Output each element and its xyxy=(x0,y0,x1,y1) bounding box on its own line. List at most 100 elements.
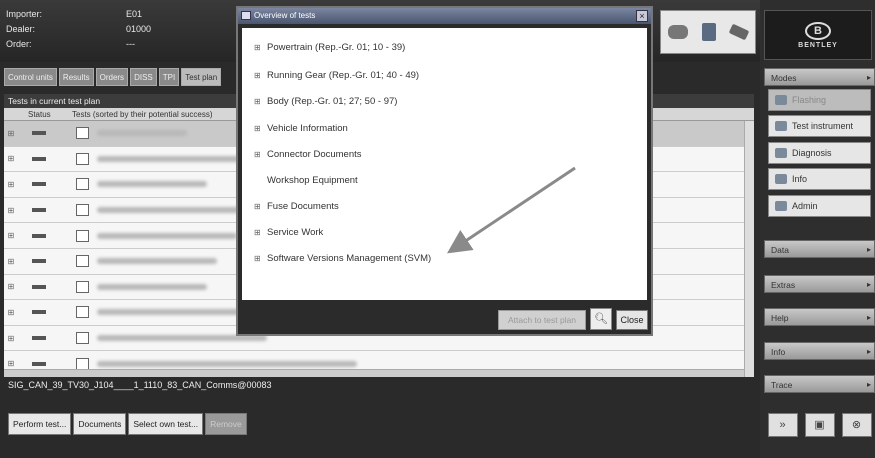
vertical-scrollbar[interactable] xyxy=(744,121,754,377)
expand-icon: ▸ xyxy=(866,347,871,356)
tools-icon[interactable] xyxy=(728,23,750,41)
tab-orders[interactable]: Orders xyxy=(95,68,129,86)
blurred-test-name xyxy=(97,207,257,214)
expand-plus-icon[interactable]: ⊞ xyxy=(4,282,18,291)
trace-section-label: Trace xyxy=(771,380,793,390)
overview-of-tests-dialog: Overview of tests × ⊞ Powertrain (Rep.-G… xyxy=(236,6,653,336)
sidebar-footer: » ▣ ⊗ xyxy=(764,410,875,440)
exit-icon[interactable]: ⊗ xyxy=(841,413,872,437)
data-section[interactable]: Data ▸ xyxy=(764,240,875,258)
tree-item-body[interactable]: ⊞ Body (Rep.-Gr. 01; 27; 50 - 97) xyxy=(254,96,397,107)
trace-section[interactable]: Trace ▸ xyxy=(764,375,875,393)
modes-label: Modes xyxy=(771,73,797,83)
expand-plus-icon[interactable]: ⊞ xyxy=(254,254,263,263)
forward-icon[interactable]: » xyxy=(767,413,798,437)
order-value: --- xyxy=(126,38,135,49)
tab-tpi[interactable]: TPI xyxy=(158,68,180,86)
expand-plus-icon[interactable]: ⊞ xyxy=(4,180,18,189)
expand-plus-icon[interactable]: ⊞ xyxy=(4,129,18,138)
expand-plus-icon[interactable]: ⊞ xyxy=(254,71,263,80)
dealer-label: Dealer: xyxy=(6,23,36,34)
expand-plus-icon[interactable]: ⊞ xyxy=(254,202,263,211)
help-section-label: Help xyxy=(771,313,789,323)
right-sidebar: B BENTLEY Modes ▸ Flashing Test instrume… xyxy=(760,0,875,458)
tab-results[interactable]: Results xyxy=(58,68,94,86)
tree-item-label: Connector Documents xyxy=(267,149,362,160)
main-tab-strip: Control units Results Orders DISS TPI Te… xyxy=(4,68,223,86)
car-icon[interactable] xyxy=(668,25,688,39)
tree-item-fuse-documents[interactable]: ⊞ Fuse Documents xyxy=(254,201,339,212)
mode-diagnosis-label: Diagnosis xyxy=(792,148,832,158)
test-tree: ⊞ Powertrain (Rep.-Gr. 01; 10 - 39) ⊞ Ru… xyxy=(242,28,647,300)
tree-item-software-versions-management[interactable]: ⊞ Software Versions Management (SVM) xyxy=(254,253,431,264)
status-indicator xyxy=(32,361,46,366)
brand-logo-text: BENTLEY xyxy=(798,41,838,49)
tab-test-plan[interactable]: Test plan xyxy=(181,68,222,86)
expand-plus-icon[interactable]: ⊞ xyxy=(254,124,263,133)
magnifier-icon[interactable]: 🔍︎ xyxy=(590,308,612,330)
expand-plus-icon[interactable]: ⊞ xyxy=(4,257,18,266)
mode-info[interactable]: Info xyxy=(768,168,871,190)
expand-plus-icon[interactable]: ⊞ xyxy=(254,150,263,159)
mode-admin-label: Admin xyxy=(792,201,818,211)
flash-icon xyxy=(775,95,787,105)
tree-item-running-gear[interactable]: ⊞ Running Gear (Rep.-Gr. 01; 40 - 49) xyxy=(254,70,419,81)
expand-plus-icon[interactable]: ⊞ xyxy=(254,43,263,52)
expand-plus-icon[interactable]: ⊞ xyxy=(4,359,18,368)
dialog-close-icon[interactable]: × xyxy=(636,10,648,22)
horizontal-scrollbar[interactable] xyxy=(4,369,744,377)
meter-icon xyxy=(775,121,787,131)
attach-to-test-plan-button[interactable]: Attach to test plan xyxy=(498,310,586,330)
document-icon xyxy=(76,152,89,165)
tree-item-vehicle-information[interactable]: ⊞ Vehicle Information xyxy=(254,123,348,134)
status-column-header[interactable]: Status xyxy=(4,108,64,120)
expand-plus-icon[interactable]: ⊞ xyxy=(4,206,18,215)
status-indicator xyxy=(32,182,46,187)
expand-plus-icon[interactable]: ⊞ xyxy=(254,228,263,237)
document-icon xyxy=(76,357,89,370)
expand-plus-icon[interactable]: ⊞ xyxy=(4,231,18,240)
tab-diss[interactable]: DISS xyxy=(130,68,157,86)
close-button[interactable]: Close xyxy=(616,310,648,330)
info-icon xyxy=(775,174,787,184)
vehicle-info-panel: Importer: E01 Dealer: 01000 Order: --- xyxy=(6,6,166,51)
select-own-test-button[interactable]: Select own test... xyxy=(128,413,204,435)
mode-admin[interactable]: Admin xyxy=(768,195,871,217)
admin-icon xyxy=(775,201,787,211)
expand-plus-icon[interactable]: ⊞ xyxy=(4,308,18,317)
expand-plus-icon[interactable]: ⊞ xyxy=(4,334,18,343)
tab-control-units[interactable]: Control units xyxy=(4,68,57,86)
mode-test-instrument-label: Test instrument xyxy=(792,121,854,131)
blurred-test-name xyxy=(97,283,207,290)
tree-item-powertrain[interactable]: ⊞ Powertrain (Rep.-Gr. 01; 10 - 39) xyxy=(254,42,405,53)
tree-item-label: Workshop Equipment xyxy=(267,175,358,186)
expand-plus-icon[interactable]: ⊞ xyxy=(4,154,18,163)
network-icon[interactable] xyxy=(702,23,716,41)
remove-button[interactable]: Remove xyxy=(205,413,247,435)
expand-plus-icon[interactable]: ⊞ xyxy=(254,97,263,106)
help-section[interactable]: Help ▸ xyxy=(764,308,875,326)
tree-item-workshop-equipment[interactable]: Workshop Equipment xyxy=(254,175,358,186)
window-icon[interactable]: ▣ xyxy=(804,413,835,437)
tree-item-label: Running Gear (Rep.-Gr. 01; 40 - 49) xyxy=(267,70,420,81)
modes-section[interactable]: Modes ▸ xyxy=(764,68,875,86)
selected-test-id: SIG_CAN_39_TV30_J104____1_1110_83_CAN_Co… xyxy=(8,380,272,390)
tree-item-connector-documents[interactable]: ⊞ Connector Documents xyxy=(254,149,362,160)
brand-logo: B BENTLEY xyxy=(764,10,872,60)
blurred-test-name xyxy=(97,360,357,367)
document-icon xyxy=(76,127,89,140)
info-section[interactable]: Info ▸ xyxy=(764,342,875,360)
tree-item-service-work[interactable]: ⊞ Service Work xyxy=(254,227,323,238)
perform-test-button[interactable]: Perform test... xyxy=(8,413,72,435)
mode-info-label: Info xyxy=(792,174,808,184)
mode-flashing[interactable]: Flashing xyxy=(768,89,871,111)
extras-section[interactable]: Extras ▸ xyxy=(764,275,875,293)
status-indicator xyxy=(32,131,46,136)
mode-test-instrument[interactable]: Test instrument xyxy=(768,115,871,137)
mode-diagnosis[interactable]: Diagnosis xyxy=(768,142,871,164)
document-icon xyxy=(76,204,89,217)
info-section-label: Info xyxy=(771,347,786,357)
documents-button[interactable]: Documents xyxy=(73,413,127,435)
expand-icon: ▸ xyxy=(866,73,871,82)
document-icon xyxy=(76,178,89,191)
